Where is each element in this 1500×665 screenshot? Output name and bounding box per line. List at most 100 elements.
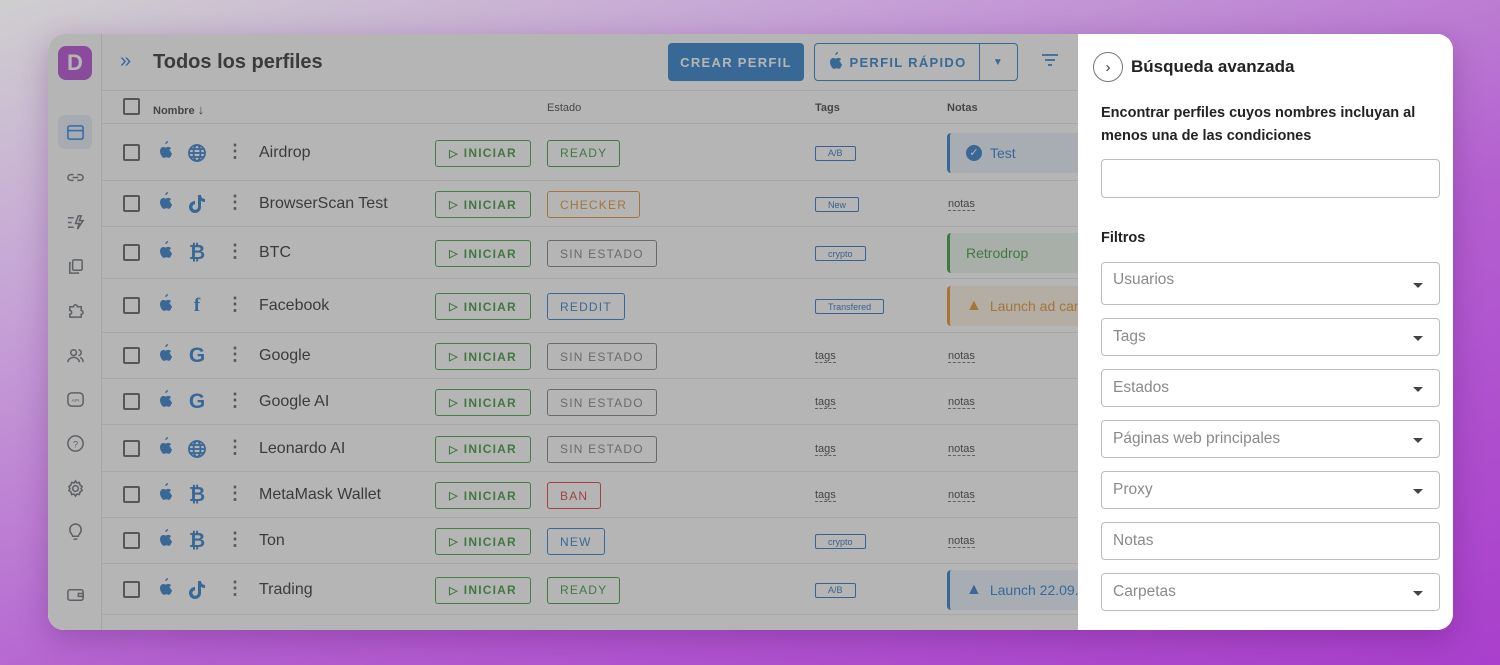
more-vertical-icon[interactable]: ⋮ (226, 437, 244, 458)
tag-badge[interactable]: Transfered (815, 299, 885, 314)
tags-placeholder[interactable]: tags (815, 443, 836, 456)
app-logo[interactable]: D (58, 46, 92, 80)
notes-placeholder[interactable]: notas (948, 350, 975, 363)
filter-field-estados[interactable]: Estados (1101, 369, 1440, 407)
tags-placeholder[interactable]: tags (815, 489, 836, 502)
sidebar-item-extensions[interactable] (58, 293, 92, 327)
more-vertical-icon[interactable]: ⋮ (226, 192, 244, 213)
sidebar-item-settings[interactable] (58, 471, 92, 505)
status-badge[interactable]: REDDIT (547, 293, 625, 320)
row-checkbox[interactable] (123, 297, 140, 314)
sidebar-item-copy[interactable] (58, 249, 92, 283)
start-profile-button[interactable]: ▷ INICIAR (435, 435, 531, 463)
close-panel-button[interactable]: › (1093, 52, 1123, 82)
more-vertical-icon[interactable]: ⋮ (226, 241, 244, 262)
start-profile-button[interactable]: ▷ INICIAR (435, 139, 531, 167)
tags-placeholder[interactable]: tags (815, 396, 836, 409)
filter-field-páginas-web-principales[interactable]: Páginas web principales (1101, 420, 1440, 458)
notes-placeholder[interactable]: notas (948, 535, 975, 548)
table-row[interactable]: G ⋮ Google ▷ INICIAR SIN ESTADO tags notas (102, 333, 1078, 379)
start-profile-button[interactable]: ▷ INICIAR (435, 482, 531, 509)
row-checkbox[interactable] (123, 244, 140, 261)
profile-name[interactable]: Google AI (259, 393, 329, 411)
note-badge[interactable]: ▲ Launch 22.09. (947, 569, 1087, 610)
more-vertical-icon[interactable]: ⋮ (226, 344, 244, 365)
status-badge[interactable]: SIN ESTADO (547, 240, 657, 267)
status-badge[interactable]: READY (547, 139, 621, 167)
name-conditions-input[interactable] (1101, 159, 1440, 198)
status-badge[interactable]: SIN ESTADO (547, 435, 657, 463)
status-badge[interactable]: SIN ESTADO (547, 389, 657, 416)
start-profile-button[interactable]: ▷ INICIAR (435, 293, 531, 320)
notes-placeholder[interactable]: notas (948, 198, 975, 211)
notes-placeholder[interactable]: notas (948, 489, 975, 502)
table-row[interactable]: ⋮ Airdrop ▷ INICIAR READY A/B ✓ Test (102, 124, 1087, 181)
tag-badge[interactable]: A/B (815, 145, 856, 161)
row-checkbox[interactable] (123, 532, 140, 549)
row-checkbox[interactable] (123, 580, 140, 598)
sidebar-item-help[interactable]: ? (58, 426, 92, 460)
row-checkbox[interactable] (123, 347, 140, 364)
status-badge[interactable]: SIN ESTADO (547, 343, 657, 370)
profile-name[interactable]: Ton (259, 532, 285, 550)
notes-placeholder[interactable]: notas (948, 443, 975, 456)
row-checkbox[interactable] (123, 393, 140, 410)
quick-profile-button[interactable]: PERFIL RÁPIDO ▼ (814, 43, 1018, 81)
row-checkbox[interactable] (123, 195, 140, 212)
status-badge[interactable]: READY (547, 576, 621, 604)
note-badge[interactable]: ✓ Test (947, 132, 1087, 173)
column-header-name[interactable]: Nombre ↓ (153, 102, 204, 117)
table-row[interactable]: f ⋮ Facebook ▷ INICIAR REDDIT Transfered ▲ Launc… (102, 279, 1087, 333)
tag-badge[interactable]: crypto (815, 534, 866, 549)
note-badge[interactable]: Retrodrop (947, 233, 1087, 273)
notes-placeholder[interactable]: notas (948, 396, 975, 409)
status-badge[interactable]: CHECKER (547, 191, 641, 218)
start-profile-button[interactable]: ▷ INICIAR (435, 343, 531, 370)
sidebar-item-automation[interactable] (58, 205, 92, 239)
profile-name[interactable]: Airdrop (259, 144, 311, 162)
more-vertical-icon[interactable]: ⋮ (226, 141, 244, 162)
filter-field-tags[interactable]: Tags (1101, 318, 1440, 356)
sidebar-item-api[interactable]: API (58, 382, 92, 416)
table-row[interactable]: ₿ ⋮ Ton ▷ INICIAR NEW crypto notas (102, 518, 1078, 564)
filter-field-carpetas[interactable]: Carpetas (1101, 573, 1440, 611)
row-checkbox[interactable] (123, 439, 140, 457)
start-profile-button[interactable]: ▷ INICIAR (435, 389, 531, 416)
tags-placeholder[interactable]: tags (815, 350, 836, 363)
quick-profile-dropdown-button[interactable]: ▼ (979, 44, 1017, 80)
quick-profile-main[interactable]: PERFIL RÁPIDO (815, 44, 979, 80)
table-row[interactable]: G ⋮ Google AI ▷ INICIAR SIN ESTADO tags notas (102, 379, 1078, 425)
start-profile-button[interactable]: ▷ INICIAR (435, 240, 531, 267)
filter-field-proxy[interactable]: Proxy (1101, 471, 1440, 509)
more-vertical-icon[interactable]: ⋮ (226, 529, 244, 550)
filter-field-notas[interactable]: Notas (1101, 522, 1440, 560)
table-row[interactable]: ⋮ BrowserScan Test ▷ INICIAR CHECKER New notas (102, 181, 1078, 227)
row-checkbox[interactable] (123, 143, 140, 161)
more-vertical-icon[interactable]: ⋮ (226, 294, 244, 315)
profile-name[interactable]: Leonardo AI (259, 440, 345, 458)
status-badge[interactable]: NEW (547, 528, 605, 555)
more-vertical-icon[interactable]: ⋮ (226, 390, 244, 411)
row-checkbox[interactable] (123, 486, 140, 503)
select-all-checkbox[interactable] (123, 98, 140, 115)
tag-badge[interactable]: crypto (815, 246, 866, 261)
profile-name[interactable]: Facebook (259, 297, 329, 315)
create-profile-button[interactable]: CREAR PERFIL (668, 43, 804, 81)
profile-name[interactable]: Google (259, 347, 311, 365)
note-badge[interactable]: ▲ Launch ad cam (947, 286, 1087, 326)
profile-name[interactable]: MetaMask Wallet (259, 486, 381, 504)
sidebar-item-ideas[interactable] (58, 515, 92, 549)
filter-icon[interactable] (1040, 50, 1060, 75)
filter-field-usuarios[interactable]: Usuarios (1101, 262, 1440, 305)
profile-name[interactable]: Trading (259, 581, 313, 599)
tag-badge[interactable]: A/B (815, 582, 856, 598)
start-profile-button[interactable]: ▷ INICIAR (435, 528, 531, 555)
start-profile-button[interactable]: ▷ INICIAR (435, 191, 531, 218)
sidebar-item-profiles[interactable] (58, 115, 92, 149)
table-row[interactable]: ⋮ Trading ▷ INICIAR READY A/B ▲ Launch 22.09. (102, 564, 1087, 615)
tag-badge[interactable]: New (815, 197, 860, 212)
profile-name[interactable]: BTC (259, 244, 291, 262)
table-row[interactable]: ₿ ⋮ MetaMask Wallet ▷ INICIAR BAN tags notas (102, 472, 1078, 518)
more-vertical-icon[interactable]: ⋮ (226, 578, 244, 599)
sidebar-item-team[interactable] (58, 338, 92, 372)
